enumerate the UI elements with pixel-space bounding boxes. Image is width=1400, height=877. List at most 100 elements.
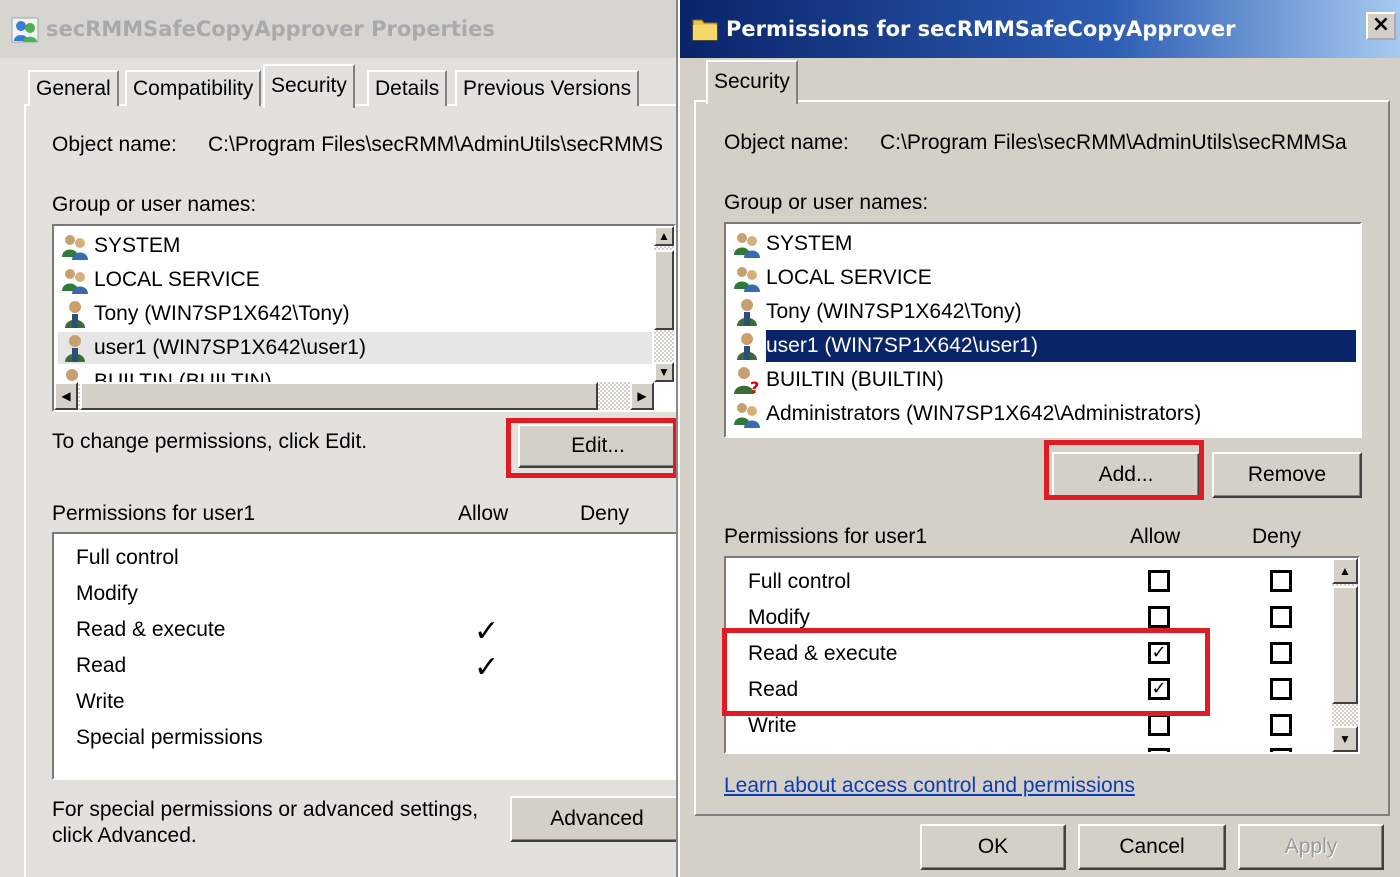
properties-title: secRMMSafeCopyApprover Properties bbox=[46, 17, 495, 41]
group-users-icon bbox=[732, 399, 762, 429]
deny-read-checkbox[interactable] bbox=[1270, 678, 1292, 700]
allow-read-execute-check-icon: ✓ bbox=[474, 614, 500, 649]
permissions-vscrollbar[interactable]: ▲ ▼ bbox=[1332, 558, 1358, 752]
user-list-vscrollbar[interactable]: ▲ ▼ bbox=[654, 226, 674, 382]
deny-full-control-checkbox[interactable] bbox=[1270, 570, 1292, 592]
user-name: Tony (WIN7SP1X642\Tony) bbox=[94, 302, 350, 325]
permissions-titlebar[interactable]: Permissions for secRMMSafeCopyApprover × bbox=[680, 0, 1400, 58]
advanced-button[interactable]: Advanced bbox=[510, 796, 676, 842]
user-name: user1 (WIN7SP1X642\user1) bbox=[94, 336, 366, 359]
permissions-list[interactable]: Full control Modify Read & execute Read … bbox=[724, 556, 1360, 754]
user-list-item-tony[interactable]: Tony (WIN7SP1X642\Tony) bbox=[60, 298, 350, 330]
tab-security[interactable]: Security bbox=[263, 64, 355, 108]
user-name: SYSTEM bbox=[94, 234, 181, 257]
close-icon[interactable]: × bbox=[1366, 12, 1396, 40]
allow-special-checkbox[interactable] bbox=[1148, 748, 1170, 752]
scroll-hthumb[interactable] bbox=[80, 382, 598, 410]
deny-header: Deny bbox=[580, 502, 630, 525]
perm-read: Read bbox=[748, 678, 799, 701]
allow-modify-checkbox[interactable] bbox=[1148, 606, 1170, 628]
group-users-icon bbox=[60, 265, 90, 295]
user-list-item-local-service[interactable]: LOCAL SERVICE bbox=[732, 262, 932, 294]
object-name-value: C:\Program Files\secRMM\AdminUtils\secRM… bbox=[880, 131, 1347, 154]
user-icon bbox=[60, 299, 90, 329]
properties-window: secRMMSafeCopyApprover Properties Genera… bbox=[0, 0, 678, 877]
deny-header: Deny bbox=[1252, 525, 1302, 548]
user-list[interactable]: SYSTEM LOCAL SERVICE Tony (WIN7SP1X642\T… bbox=[52, 224, 676, 412]
allow-header: Allow bbox=[1130, 525, 1181, 548]
change-permissions-hint: To change permissions, click Edit. bbox=[52, 430, 368, 453]
scroll-up-arrow-icon[interactable]: ▲ bbox=[654, 226, 674, 246]
edit-button[interactable]: Edit... bbox=[518, 424, 676, 468]
permissions-dialog: Permissions for secRMMSafeCopyApprover ×… bbox=[678, 0, 1400, 877]
perm-full-control: Full control bbox=[748, 570, 851, 593]
deny-read-execute-checkbox[interactable] bbox=[1270, 642, 1292, 664]
user-list-item-administrators[interactable]: Administrators (WIN7SP1X642\Administrato… bbox=[732, 398, 1201, 430]
user-name: SYSTEM bbox=[766, 232, 853, 255]
tab-details[interactable]: Details bbox=[367, 70, 448, 106]
allow-read-check-icon: ✓ bbox=[474, 650, 500, 685]
user-name: Tony (WIN7SP1X642\Tony) bbox=[766, 300, 1022, 323]
allow-full-control-checkbox[interactable] bbox=[1148, 570, 1170, 592]
remove-button[interactable]: Remove bbox=[1212, 452, 1362, 498]
user-list-item-builtin[interactable]: BUILTIN (BUILTIN) bbox=[732, 364, 944, 396]
deny-special-checkbox[interactable] bbox=[1270, 748, 1292, 752]
group-names-label: Group or user names: bbox=[52, 193, 257, 216]
user-name: user1 (WIN7SP1X642\user1) bbox=[766, 330, 1356, 362]
apply-button: Apply bbox=[1238, 824, 1384, 870]
allow-header: Allow bbox=[458, 502, 509, 525]
scroll-down-arrow-icon[interactable]: ▼ bbox=[654, 362, 674, 382]
allow-read-execute-checkbox[interactable]: ✓ bbox=[1148, 642, 1170, 664]
tab-compatibility[interactable]: Compatibility bbox=[125, 70, 262, 106]
user-name: BUILTIN (BUILTIN) bbox=[766, 368, 944, 391]
user-list-hscrollbar[interactable]: ◀ ▶ bbox=[54, 382, 654, 410]
object-name-label: Object name: bbox=[52, 133, 177, 156]
add-button[interactable]: Add... bbox=[1052, 452, 1200, 498]
user-list-item-user1[interactable]: user1 (WIN7SP1X642\user1) bbox=[732, 330, 1356, 362]
user-list-item-local-service[interactable]: LOCAL SERVICE bbox=[60, 264, 260, 296]
perm-read-execute: Read & execute bbox=[748, 642, 898, 665]
perm-special: Special permissions bbox=[76, 726, 263, 749]
users-app-icon bbox=[11, 17, 39, 43]
perm-modify: Modify bbox=[76, 582, 138, 605]
scroll-left-arrow-icon[interactable]: ◀ bbox=[54, 382, 78, 410]
cancel-button[interactable]: Cancel bbox=[1078, 824, 1226, 870]
perm-full-control: Full control bbox=[76, 546, 179, 569]
permissions-for-label: Permissions for user1 bbox=[724, 525, 928, 548]
ok-button[interactable]: OK bbox=[920, 824, 1066, 870]
allow-write-checkbox[interactable] bbox=[1148, 714, 1170, 736]
tab-previous-versions[interactable]: Previous Versions bbox=[455, 70, 640, 106]
scroll-up-arrow-icon[interactable]: ▲ bbox=[1332, 558, 1358, 584]
user-list[interactable]: SYSTEM LOCAL SERVICE Tony (WIN7SP1X642\T… bbox=[724, 222, 1362, 438]
deny-write-checkbox[interactable] bbox=[1270, 714, 1292, 736]
properties-titlebar[interactable]: secRMMSafeCopyApprover Properties bbox=[0, 0, 676, 58]
user-list-item-system[interactable]: SYSTEM bbox=[60, 230, 180, 262]
advanced-hint-line1: For special permissions or advanced sett… bbox=[52, 798, 479, 821]
allow-read-checkbox[interactable]: ✓ bbox=[1148, 678, 1170, 700]
user-list-item-system[interactable]: SYSTEM bbox=[732, 228, 852, 260]
tab-general[interactable]: General bbox=[28, 70, 119, 106]
scroll-thumb[interactable] bbox=[654, 250, 674, 330]
scroll-thumb[interactable] bbox=[1332, 586, 1358, 704]
learn-access-control-link[interactable]: Learn about access control and permissio… bbox=[724, 774, 1135, 798]
tab-security[interactable]: Security bbox=[706, 60, 798, 104]
advanced-hint-line2: click Advanced. bbox=[52, 824, 197, 847]
perm-write: Write bbox=[76, 690, 125, 713]
scroll-right-arrow-icon[interactable]: ▶ bbox=[630, 382, 654, 410]
user-icon bbox=[732, 297, 762, 327]
permissions-list: Full control Modify Read & execute Read … bbox=[52, 532, 676, 780]
object-name-label: Object name: bbox=[724, 131, 849, 154]
object-name-value: C:\Program Files\secRMM\AdminUtils\secRM… bbox=[208, 133, 664, 156]
scroll-down-arrow-icon[interactable]: ▼ bbox=[1332, 726, 1358, 752]
user-list-item-tony[interactable]: Tony (WIN7SP1X642\Tony) bbox=[732, 296, 1022, 328]
folder-icon bbox=[692, 19, 718, 41]
group-users-icon bbox=[60, 231, 90, 261]
user-list-item-user1[interactable]: user1 (WIN7SP1X642\user1) bbox=[58, 332, 652, 364]
perm-write: Write bbox=[748, 714, 797, 737]
group-users-icon bbox=[732, 229, 762, 259]
user-name: LOCAL SERVICE bbox=[766, 266, 932, 289]
group-names-label: Group or user names: bbox=[724, 191, 929, 214]
unknown-user-icon bbox=[732, 365, 762, 395]
deny-modify-checkbox[interactable] bbox=[1270, 606, 1292, 628]
perm-read-execute: Read & execute bbox=[76, 618, 226, 641]
